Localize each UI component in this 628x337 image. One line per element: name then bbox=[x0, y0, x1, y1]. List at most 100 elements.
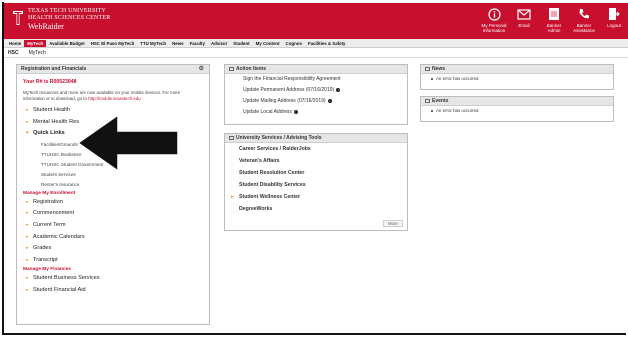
banner-assistance-link[interactable]: Banner Assistance bbox=[570, 5, 598, 33]
action-item[interactable]: Update Permanent Address (07/16/2019)! bbox=[225, 85, 407, 96]
panel-box-icon bbox=[425, 98, 430, 103]
service-label: Student Wellness Center bbox=[239, 194, 301, 200]
item-label: Student Business Services bbox=[33, 275, 100, 282]
registration-link[interactable]: ▸ Registration bbox=[17, 197, 209, 209]
logout-link[interactable]: Logout bbox=[600, 5, 628, 28]
banner-admin-link[interactable]: Banner Admin bbox=[540, 5, 568, 33]
logout-label: Logout bbox=[607, 23, 621, 28]
panel-header: Action Items bbox=[225, 65, 407, 74]
double-t-logo-icon bbox=[13, 11, 23, 25]
university-services-panel: University Services / Advising Tools Car… bbox=[224, 133, 408, 231]
panel-header: Events bbox=[421, 97, 613, 106]
nav-faculty[interactable]: Faculty bbox=[187, 40, 208, 47]
item-label: Grades bbox=[33, 245, 52, 252]
panel-box-icon bbox=[229, 135, 234, 140]
nav-hsc-el-paso-mytech[interactable]: HSC El Paso MyTech bbox=[88, 40, 138, 47]
nav-student[interactable]: Student bbox=[230, 40, 252, 47]
error-text: An error has occurred bbox=[436, 108, 479, 113]
bullet-icon: ▸ bbox=[26, 245, 29, 252]
panel-title: Registration and Financials bbox=[21, 66, 87, 72]
item-label: Quick Links bbox=[33, 130, 65, 137]
service-link[interactable]: Student Disability Services bbox=[225, 179, 407, 191]
email-link[interactable]: Email bbox=[510, 5, 538, 28]
subnav-mytech[interactable]: MyTech bbox=[29, 50, 46, 56]
service-link[interactable]: Veteran's Affairs bbox=[225, 155, 407, 167]
nav-mytech[interactable]: MyTech bbox=[24, 39, 47, 47]
sub-nav: HSC MyTech bbox=[4, 49, 628, 58]
error-message: An error has occurred bbox=[421, 74, 613, 84]
nav-facilities-safety[interactable]: Facilities & Safety bbox=[305, 40, 349, 47]
action-item[interactable]: Update Local Address! bbox=[225, 107, 407, 118]
quick-link-renters-insurance[interactable]: Renter's Insurance bbox=[17, 180, 209, 190]
nav-news[interactable]: News bbox=[169, 40, 186, 47]
email-label: Email bbox=[518, 23, 530, 28]
header-links: My Personal Information Email Banner Adm… bbox=[478, 5, 628, 37]
student-financial-aid-link[interactable]: ▸ Student Financial Aid bbox=[17, 285, 209, 297]
gear-icon[interactable]: ⚙ bbox=[199, 65, 204, 74]
action-item[interactable]: Sign the Financial Responsibility Agreem… bbox=[225, 74, 407, 85]
academic-calendars-link[interactable]: ▸ Academic Calendars bbox=[17, 232, 209, 244]
brand[interactable]: TEXAS TECH UNIVERSITY HEALTH SCIENCES CE… bbox=[28, 8, 111, 31]
logout-icon bbox=[609, 8, 620, 20]
service-link[interactable]: Student Resolution Center bbox=[225, 167, 407, 179]
action-item-label: Update Mailing Address (07/16/2019) bbox=[243, 98, 326, 104]
bullet-icon: ▸ bbox=[26, 210, 29, 217]
more-button[interactable]: More bbox=[382, 220, 403, 227]
brand-university: TEXAS TECH UNIVERSITY bbox=[28, 8, 107, 14]
item-label: Registration bbox=[33, 198, 63, 205]
action-item[interactable]: Update Mailing Address (07/16/2019)! bbox=[225, 96, 407, 107]
panel-header: Registration and Financials ⚙ bbox=[17, 65, 209, 74]
nav-cognos[interactable]: Cognos bbox=[283, 40, 305, 47]
item-label: Current Term bbox=[33, 221, 66, 228]
alert-icon: ! bbox=[293, 109, 298, 114]
personal-info-link[interactable]: My Personal Information bbox=[480, 5, 508, 33]
bullet-icon: ▸ bbox=[26, 233, 29, 240]
panel-header: News bbox=[421, 65, 613, 74]
brand-hsc: HEALTH SCIENCES CENTER bbox=[28, 15, 111, 21]
action-item-label: Update Local Address bbox=[243, 109, 292, 115]
nav-my-content[interactable]: My Content bbox=[253, 40, 283, 47]
item-label: Student Health bbox=[33, 107, 71, 113]
subnav-hsc[interactable]: HSC bbox=[8, 50, 19, 56]
news-panel: News An error has occurred bbox=[420, 64, 614, 90]
bullet-icon bbox=[431, 77, 433, 80]
mobile-link[interactable]: http://mobile.texastech.edu bbox=[88, 96, 140, 101]
alert-icon: ! bbox=[336, 87, 341, 92]
personal-info-label: My Personal Information bbox=[481, 23, 507, 33]
nav-home[interactable]: Home bbox=[6, 40, 24, 47]
item-label: Academic Calendars bbox=[33, 233, 85, 240]
service-link-wellness[interactable]: ▸ Student Wellness Center bbox=[225, 191, 407, 203]
commencement-link[interactable]: ▸ Commencement bbox=[17, 208, 209, 220]
bullet-icon: ▸ bbox=[231, 194, 234, 200]
registration-financials-panel: Registration and Financials ⚙ Your R# is… bbox=[16, 64, 210, 325]
error-text: An error has occurred bbox=[436, 76, 479, 81]
error-message: An error has occurred bbox=[421, 106, 613, 116]
item-label: Student Financial Aid bbox=[33, 286, 86, 293]
panel-title: Events bbox=[432, 98, 449, 104]
frame-border bbox=[2, 333, 626, 335]
nav-ttu-mytech[interactable]: TTU MyTech bbox=[137, 40, 169, 47]
service-link[interactable]: Career Services / RaiderJobs bbox=[225, 143, 407, 155]
current-term-link[interactable]: ▸ Current Term bbox=[17, 220, 209, 232]
nav-available-budget[interactable]: Available Budget bbox=[46, 40, 87, 47]
bullet-icon: ▸ bbox=[26, 198, 29, 205]
bullet-icon: ▸ bbox=[26, 107, 29, 113]
envelope-icon bbox=[517, 8, 531, 20]
calendar-icon bbox=[549, 8, 559, 20]
pointer-arrow-icon bbox=[76, 113, 179, 173]
panel-title: Action Items bbox=[236, 66, 267, 72]
bullet-icon: ▸ bbox=[26, 118, 29, 125]
action-item-label: Update Permanent Address (07/16/2019) bbox=[243, 87, 335, 93]
service-link[interactable]: DegreeWorks bbox=[225, 203, 407, 215]
nav-advisor[interactable]: Advisor bbox=[208, 40, 230, 47]
action-item-label: Sign the Financial Responsibility Agreem… bbox=[243, 76, 341, 82]
bullet-icon: ▸ bbox=[26, 275, 29, 282]
student-business-services-link[interactable]: ▸ Student Business Services bbox=[17, 273, 209, 285]
events-panel: Events An error has occurred bbox=[420, 96, 614, 122]
transcript-link[interactable]: ▸ Transcript bbox=[17, 255, 209, 267]
bullet-icon: ▸ bbox=[26, 221, 29, 228]
grades-link[interactable]: ▸ Grades bbox=[17, 243, 209, 255]
banner-assistance-label: Banner Assistance bbox=[573, 23, 595, 33]
alert-icon: ! bbox=[327, 98, 332, 103]
bullet-icon: ▸ bbox=[26, 286, 29, 293]
